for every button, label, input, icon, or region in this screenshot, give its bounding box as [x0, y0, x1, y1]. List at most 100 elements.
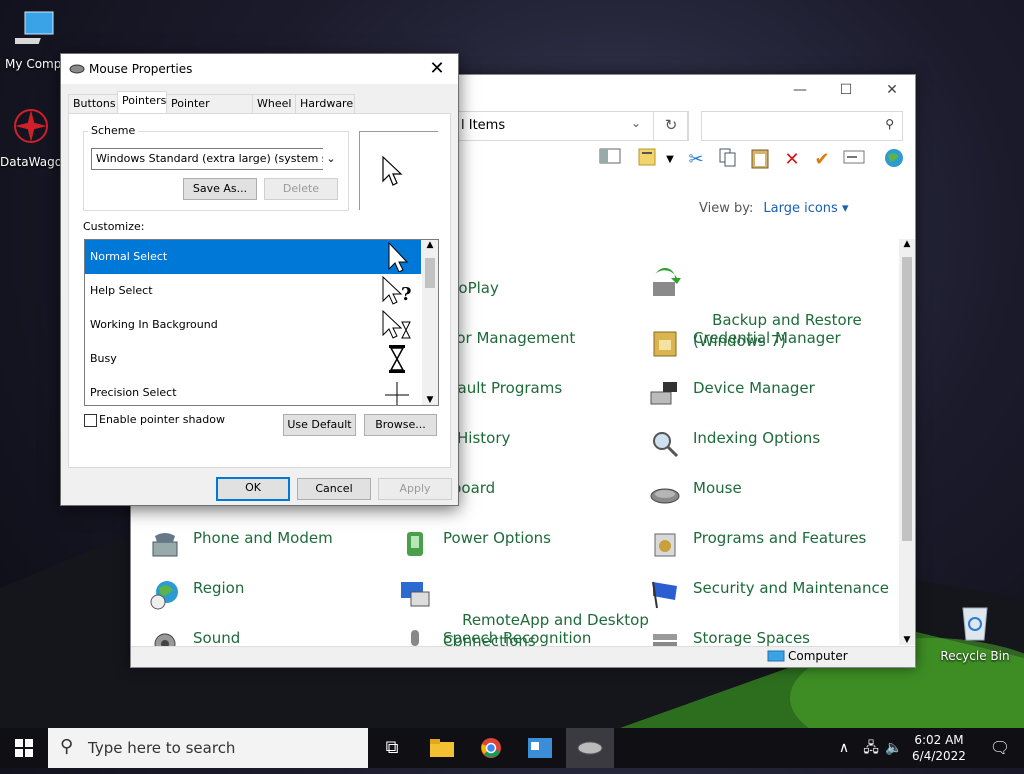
scroll-up-icon[interactable]: ▲: [899, 239, 915, 249]
cp-item-phone-modem[interactable]: Phone and Modem: [152, 528, 333, 557]
cp-item-indexing-options[interactable]: Indexing Options: [653, 428, 820, 458]
pointer-shadow-checkbox[interactable]: [84, 414, 97, 427]
dialog-title: Mouse Properties: [89, 62, 193, 76]
chevron-down-icon[interactable]: ▼: [657, 147, 683, 173]
power-icon: [407, 532, 423, 556]
search-placeholder: Type here to search: [88, 739, 236, 757]
cp-item-power-options[interactable]: Power Options: [407, 528, 551, 556]
cp-item-programs-features[interactable]: Programs and Features: [654, 528, 866, 557]
chevron-down-icon[interactable]: ⌄: [323, 148, 339, 170]
scroll-down-icon[interactable]: ▼: [899, 635, 915, 645]
pointer-shadow-label: Enable pointer shadow: [99, 413, 225, 426]
scroll-thumb[interactable]: [425, 258, 435, 288]
start-button[interactable]: [0, 728, 48, 768]
check-icon[interactable]: ✔: [809, 147, 835, 173]
working-cursor-icon: [382, 310, 411, 339]
search-input[interactable]: ⚲: [701, 111, 903, 141]
view-by: View by: Large icons ▾: [699, 201, 848, 216]
scroll-down-icon[interactable]: ▼: [422, 395, 438, 405]
paste-icon[interactable]: [747, 147, 773, 173]
computer-icon: [767, 650, 785, 662]
windows-icon: [15, 739, 33, 757]
desktop-icon-datawagon[interactable]: DataWago: [0, 108, 68, 169]
backup-icon: [653, 268, 681, 296]
taskbar-clock[interactable]: 6:02 AM 6/4/2022: [908, 732, 970, 764]
search-icon: ⚲: [885, 117, 894, 131]
scroll-up-icon[interactable]: ▲: [422, 240, 438, 250]
ok-button[interactable]: OK: [216, 477, 290, 501]
list-item[interactable]: Help Select ?: [85, 274, 421, 308]
list-item[interactable]: Normal Select: [85, 240, 421, 274]
notification-icon[interactable]: 🗨: [976, 728, 1024, 768]
chevron-down-icon[interactable]: ⌄: [631, 116, 641, 130]
command-toolbar: ▼ ✂ ✕ ✔: [591, 147, 911, 177]
refresh-button[interactable]: ↻: [653, 111, 689, 141]
recycle-bin-icon: [962, 607, 988, 641]
help-cursor-icon: ?: [382, 276, 412, 305]
cp-item-device-manager[interactable]: Device Manager: [650, 378, 815, 405]
tab-pointer-options[interactable]: Pointer Options: [166, 94, 254, 128]
close-button[interactable]: ✕: [422, 56, 452, 82]
programs-icon: [654, 533, 676, 557]
tab-hardware[interactable]: Hardware: [295, 94, 355, 113]
device-manager-icon: [650, 382, 677, 405]
cp-item-mouse[interactable]: Mouse: [650, 478, 742, 504]
cp-item-credential-manager[interactable]: Credential Manager: [653, 328, 841, 357]
control-panel-taskbar-icon[interactable]: [516, 728, 564, 768]
scheme-label: Scheme: [88, 124, 139, 137]
desktop-icon-recycle-bin[interactable]: Recycle Bin: [938, 602, 1012, 663]
delete-icon[interactable]: ✕: [779, 147, 805, 173]
delete-button[interactable]: Delete: [264, 178, 338, 200]
close-button[interactable]: ✕: [869, 75, 915, 105]
apply-button[interactable]: Apply: [378, 478, 452, 500]
indexing-icon: [653, 432, 679, 458]
task-view-icon[interactable]: ⧉: [368, 728, 416, 768]
cp-item-default-programs[interactable]: efault Programs: [443, 378, 562, 399]
view-by-dropdown[interactable]: Large icons ▾: [763, 201, 848, 216]
customize-label: Customize:: [83, 220, 145, 233]
chrome-icon[interactable]: [467, 728, 515, 768]
tab-pointers[interactable]: Pointers: [117, 91, 167, 114]
list-item[interactable]: Working In Background: [85, 308, 421, 342]
view-pane-icon[interactable]: [597, 147, 623, 173]
pointer-list-scrollbar[interactable]: ▲ ▼: [422, 240, 438, 405]
status-bar: Computer: [131, 646, 915, 667]
view-by-label: View by:: [699, 201, 754, 216]
save-as-button[interactable]: Save As...: [183, 178, 257, 200]
pointer-list[interactable]: Normal Select Help Select ? Working In B…: [84, 239, 439, 406]
desktop-icon-label: DataWago: [0, 155, 63, 169]
mouse-properties-taskbar-icon[interactable]: [566, 728, 614, 768]
chevron-up-icon[interactable]: ∧: [832, 728, 856, 768]
desktop-icon-label: Recycle Bin: [940, 649, 1010, 663]
taskbar: ⚲ Type here to search ⧉ ∧ 🖧 🔈 6:02 AM 6/…: [0, 728, 1024, 768]
list-item[interactable]: Precision Select: [85, 376, 421, 405]
rename-icon[interactable]: [841, 147, 867, 173]
busy-cursor-icon: [389, 345, 405, 373]
list-item[interactable]: Busy: [85, 342, 421, 376]
taskbar-search[interactable]: ⚲ Type here to search: [48, 728, 368, 768]
clock-time: 6:02 AM: [914, 733, 964, 747]
cp-item-security-maintenance[interactable]: Security and Maintenance: [652, 578, 889, 609]
cp-item-color-management[interactable]: olor Management: [443, 328, 575, 349]
scroll-thumb[interactable]: [902, 257, 912, 541]
region-icon: [150, 581, 178, 610]
cut-icon[interactable]: ✂: [683, 147, 709, 173]
tab-wheel[interactable]: Wheel: [252, 94, 296, 113]
minimize-button[interactable]: —: [777, 75, 823, 105]
globe-icon[interactable]: [881, 147, 907, 173]
scheme-dropdown[interactable]: Windows Standard (extra large) (system s…: [91, 148, 339, 170]
cp-item-region[interactable]: Region: [150, 578, 244, 610]
computer-icon: [8, 11, 54, 44]
file-explorer-icon[interactable]: [418, 728, 466, 768]
security-icon: [652, 581, 677, 609]
use-default-button[interactable]: Use Default: [283, 414, 356, 436]
maximize-button[interactable]: ☐: [823, 75, 869, 105]
vertical-scrollbar[interactable]: ▲ ▼: [899, 239, 915, 645]
mouse-icon: [650, 488, 680, 504]
search-icon: ⚲: [60, 736, 74, 757]
browse-button[interactable]: Browse...: [364, 414, 437, 436]
cancel-button[interactable]: Cancel: [297, 478, 371, 500]
copy-icon[interactable]: [715, 147, 741, 173]
volume-icon[interactable]: 🔈: [882, 728, 906, 768]
tab-buttons[interactable]: Buttons: [68, 94, 118, 113]
